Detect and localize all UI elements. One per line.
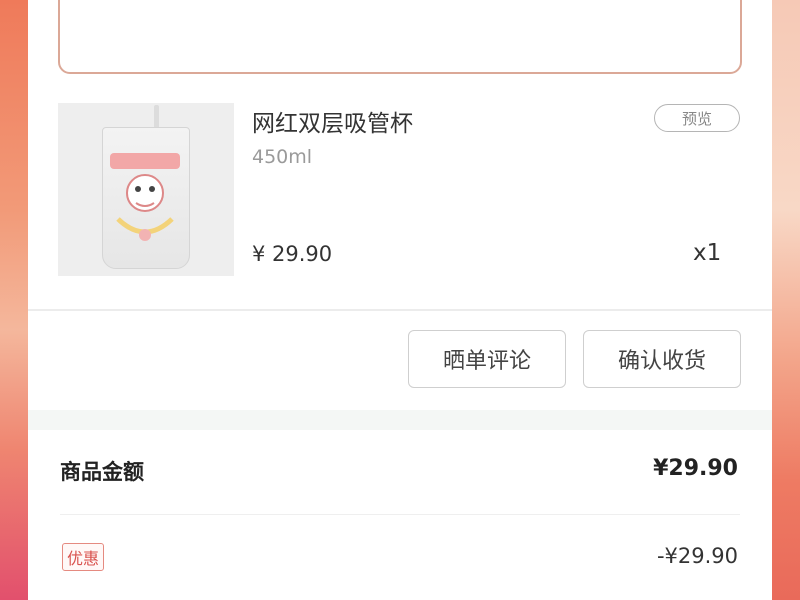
review-button[interactable]: 晒单评论 [408,330,566,388]
section-divider [28,309,772,311]
section-gap [28,410,772,430]
confirm-receipt-button[interactable]: 确认收货 [583,330,741,388]
cup-print-graphic [110,153,180,241]
top-input-box[interactable] [58,0,742,74]
product-image[interactable] [58,103,234,276]
row-divider [60,514,740,515]
discount-badge: 优惠 [62,543,105,571]
product-quantity: x1 [693,240,722,266]
discount-value: -¥29.90 [656,544,738,568]
preview-button[interactable]: 预览 [654,104,740,132]
goods-amount-label: 商品金额 [60,460,144,484]
product-spec: 450ml [252,146,313,168]
product-title[interactable]: 网红双层吸管杯 [252,104,413,138]
order-detail-panel: 网红双层吸管杯 450ml 预览 ¥ 29.90 x1 晒单评论 确认收货 商品… [28,0,772,600]
product-price: ¥ 29.90 [252,242,333,266]
goods-amount-value: ¥29.90 [653,456,738,481]
